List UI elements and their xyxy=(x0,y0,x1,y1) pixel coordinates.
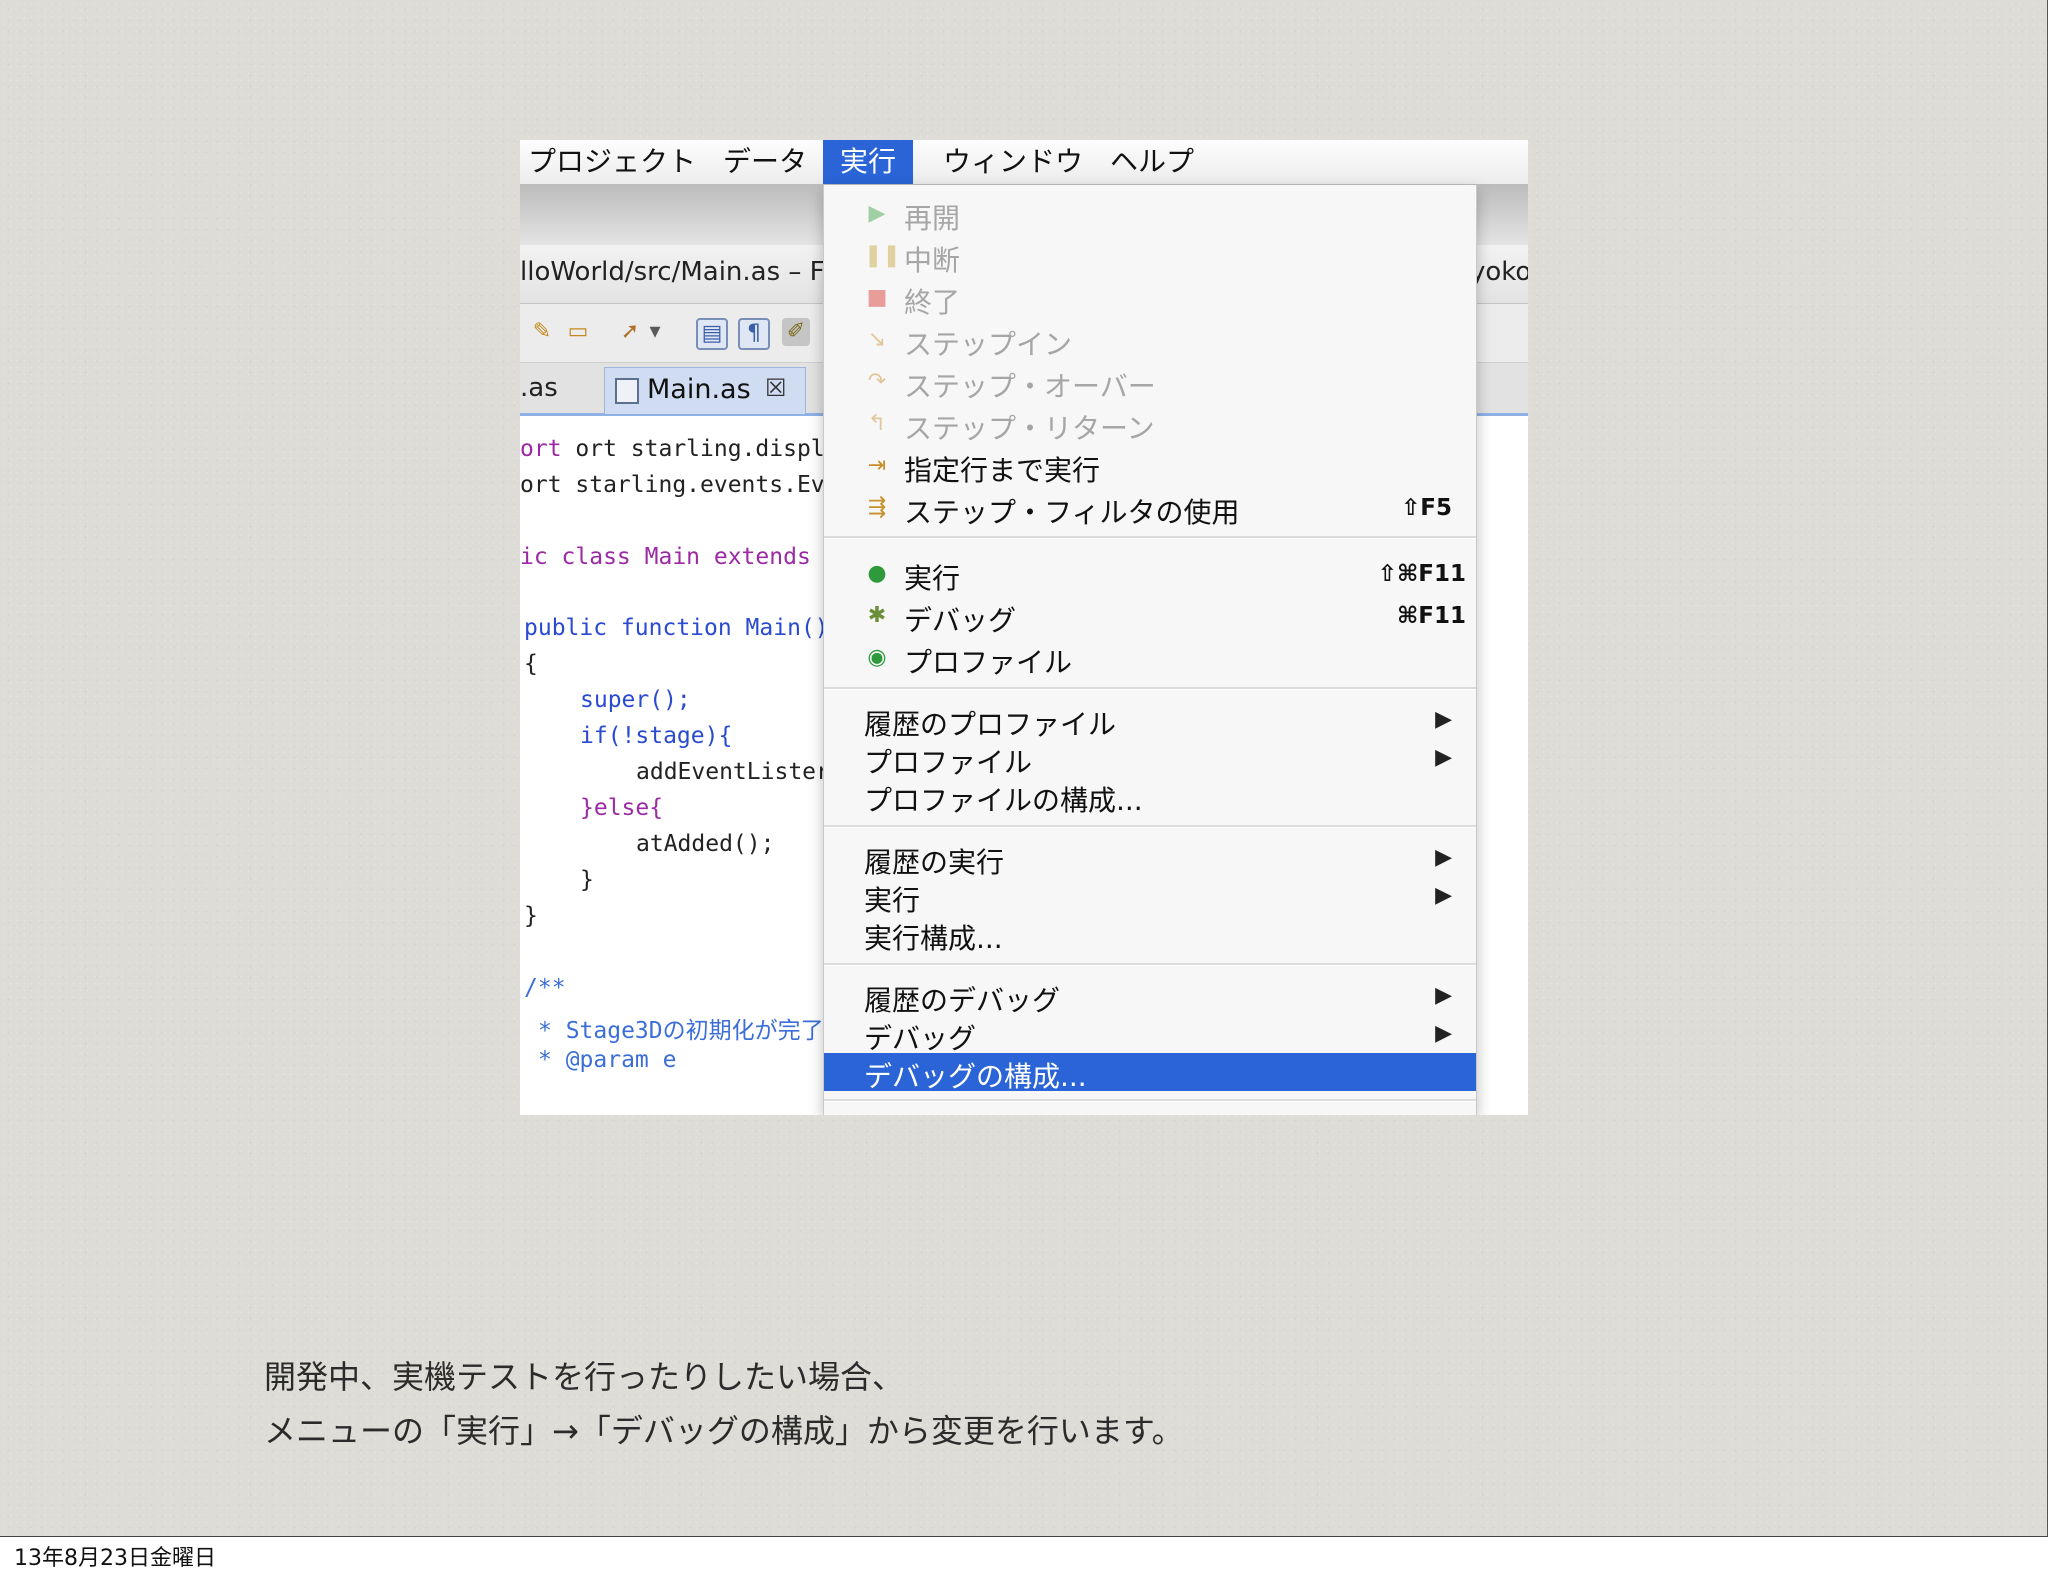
menu-separator xyxy=(824,963,1476,966)
menu-item-step-return[interactable]: ↰ ステップ・リターン xyxy=(824,405,1476,445)
step-into-icon: ↘ xyxy=(867,327,887,352)
menu-item-resume[interactable]: ▶ 再開 xyxy=(824,195,1476,235)
menu-bar: プロジェクト データ 実行 ウィンドウ ヘルプ xyxy=(520,140,1528,185)
suspend-icon: ❚❚ xyxy=(864,243,901,268)
new-project-icon[interactable]: ✎ xyxy=(528,318,556,346)
code-line: * @param e xyxy=(538,1047,677,1073)
tab-label: Main.as xyxy=(647,374,751,405)
resume-icon: ▶ xyxy=(868,201,886,226)
step-filter-icon: ⇶ xyxy=(867,495,887,520)
run-menu-dropdown: ▶ 再開 ❚❚ 中断 ■ 終了 ↘ ステップイン ↷ ステップ・オーバー ↰ ス… xyxy=(823,185,1477,1115)
menu-item-run-config[interactable]: 実行構成... xyxy=(824,915,1476,955)
menu-project[interactable]: プロジェクト xyxy=(520,140,706,184)
brush-icon[interactable]: ✐ xyxy=(782,318,810,346)
menu-item-debug[interactable]: ✱ デバッグ ⌘F11 xyxy=(824,597,1476,637)
menu-item-terminate[interactable]: ■ 終了 xyxy=(824,279,1476,319)
close-icon[interactable]: ☒ xyxy=(765,374,787,402)
submenu-arrow-icon: ▶ xyxy=(1435,883,1452,908)
code-line: addEventLister xyxy=(636,759,830,785)
menu-item-profile-history[interactable]: 履歴のプロファイル ▶ xyxy=(824,701,1476,741)
code-line: /** xyxy=(524,975,566,1001)
menu-window[interactable]: ウィンドウ xyxy=(933,140,1093,184)
eclipse-screenshot: プロジェクト データ 実行 ウィンドウ ヘルプ lloWorld/src/Mai… xyxy=(520,140,1528,1115)
code-line: } xyxy=(580,867,594,893)
shortcut-label: ⌘F11 xyxy=(1396,603,1466,629)
menu-run[interactable]: 実行 xyxy=(823,140,913,184)
submenu-arrow-icon: ▶ xyxy=(1435,845,1452,870)
menu-item-step-over[interactable]: ↷ ステップ・オーバー xyxy=(824,363,1476,403)
run-to-line-icon: ⇥ xyxy=(867,453,887,478)
shortcut-label: ⇧F5 xyxy=(1401,495,1452,521)
code-line: ic class Main extends xyxy=(520,544,811,570)
window-title-right: yoko xyxy=(1470,257,1528,287)
terminate-icon: ■ xyxy=(866,285,888,310)
code-line: }else{ xyxy=(580,795,664,821)
menu-item-run-sub[interactable]: 実行 ▶ xyxy=(824,877,1476,917)
submenu-arrow-icon: ▶ xyxy=(1435,745,1452,770)
caption-line-1: 開発中、実機テストを行ったりしたい場合、 xyxy=(264,1358,905,1396)
menu-separator xyxy=(824,1099,1476,1102)
outline-icon[interactable]: ▤ xyxy=(696,318,728,350)
menu-item-profile-config[interactable]: プロファイルの構成... xyxy=(824,777,1476,817)
menu-separator xyxy=(824,825,1476,828)
step-over-icon: ↷ xyxy=(867,369,887,394)
pilcrow-icon[interactable]: ¶ xyxy=(738,318,770,350)
submenu-arrow-icon: ▶ xyxy=(1435,707,1452,732)
menu-item-step-into[interactable]: ↘ ステップイン xyxy=(824,321,1476,361)
menu-item-suspend[interactable]: ❚❚ 中断 xyxy=(824,237,1476,277)
chevron-down-icon[interactable]: ▾ xyxy=(648,318,662,346)
footer-date: 13年8月23日金曜日 xyxy=(14,1546,216,1571)
debug-icon: ✱ xyxy=(867,603,887,628)
menu-item-debug-sub[interactable]: デバッグ ▶ xyxy=(824,1015,1476,1055)
run-dropdown-icon[interactable]: ➚ xyxy=(616,318,644,346)
code-line: atAdded(); xyxy=(636,831,775,857)
code-line: } xyxy=(524,903,538,929)
submenu-arrow-icon: ▶ xyxy=(1435,983,1452,1008)
menu-data[interactable]: データ xyxy=(713,140,817,184)
open-folder-icon[interactable]: ▭ xyxy=(564,318,592,346)
run-icon: ● xyxy=(867,561,887,586)
window-title: lloWorld/src/Main.as – F xyxy=(520,257,825,287)
menu-separator xyxy=(824,536,1476,539)
profile-icon: ◉ xyxy=(867,645,887,670)
menu-item-step-filter[interactable]: ⇶ ステップ・フィルタの使用 ⇧F5 xyxy=(824,489,1476,529)
slide: プロジェクト データ 実行 ウィンドウ ヘルプ lloWorld/src/Mai… xyxy=(0,0,2048,1537)
menu-item-run-to-line[interactable]: ⇥ 指定行まで実行 xyxy=(824,447,1476,487)
submenu-arrow-icon: ▶ xyxy=(1435,1021,1452,1046)
code-editor[interactable]: ort ort starling.display.Sp ort starling… xyxy=(520,416,894,1115)
code-line: * Stage3Dの初期化が完了 xyxy=(538,1018,824,1044)
menu-item-debug-config[interactable]: デバッグの構成... xyxy=(824,1053,1476,1093)
menu-item-profile[interactable]: ◉ プロファイル xyxy=(824,639,1476,679)
code-line: public function Main() xyxy=(524,615,829,641)
file-icon xyxy=(615,378,639,404)
menu-item-debug-history[interactable]: 履歴のデバッグ ▶ xyxy=(824,977,1476,1017)
code-line: ort starling.events.Eve xyxy=(520,472,839,498)
tab-main-as[interactable]: Main.as ☒ xyxy=(604,367,806,414)
step-return-icon: ↰ xyxy=(867,411,887,436)
caption-line-2: メニューの「実行」→「デバッグの構成」から変更を行います。 xyxy=(264,1412,1184,1450)
menu-separator xyxy=(824,687,1476,690)
menu-item-run[interactable]: ● 実行 ⇧⌘F11 xyxy=(824,555,1476,595)
code-line: { xyxy=(524,651,538,677)
menu-item-run-history[interactable]: 履歴の実行 ▶ xyxy=(824,839,1476,879)
menu-item-profile-sub[interactable]: プロファイル ▶ xyxy=(824,739,1476,779)
shortcut-label: ⇧⌘F11 xyxy=(1377,561,1466,587)
code-line: super(); xyxy=(580,687,691,713)
menu-help[interactable]: ヘルプ xyxy=(1100,140,1204,184)
tab-other-file[interactable]: .as xyxy=(520,373,558,403)
code-line: if(!stage){ xyxy=(580,723,733,749)
